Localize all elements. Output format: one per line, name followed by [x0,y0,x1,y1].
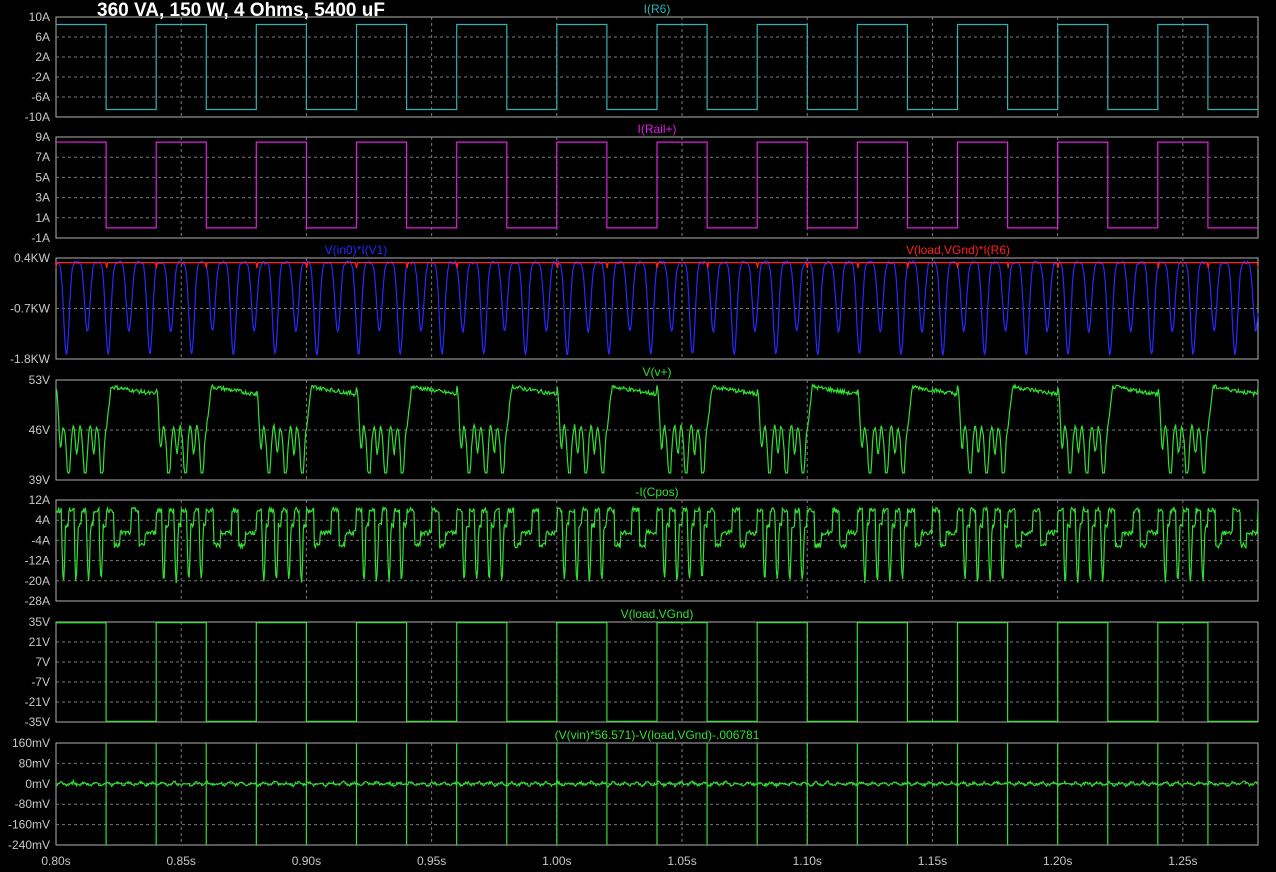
waveform-plot: 10A 6A 2A -2A -6A -10A I(R6) 9A 7A 5A 3A 1A -1A I(Rai… [8,2,1259,868]
series-name: I(Rail+) [637,122,676,136]
y-tick-label: 12A [29,493,50,507]
x-tick-label: 1.10s [793,854,822,868]
y-tick-label: -0.7KW [10,302,51,316]
y-tick-label: -28A [25,594,50,608]
x-tick-label: 0.95s [417,854,446,868]
x-tick-label: 0.80s [41,854,70,868]
y-tick-label: 35V [29,615,50,629]
x-tick-label: 1.05s [667,854,696,868]
y-tick-label: -12A [25,554,50,568]
panel-6: 35V 21V 7V -7V -21V -35V V(load,VGnd) [25,607,1259,729]
x-tick-label: 1.25s [1168,854,1197,868]
y-tick-label: -160mV [8,818,50,832]
panel-3: 0.4KW -0.7KW -1.8KW V(in0)*I(V1) V(load,VGnd… [10,243,1259,366]
series-trace [55,382,1259,474]
y-tick-label: 5A [35,170,50,184]
y-tick-label: 10A [29,10,50,24]
y-tick-label: 39V [29,473,50,487]
x-tick-label: 1.20s [1043,854,1072,868]
y-tick-label: -4A [31,533,50,547]
panel-7: 160mV 80mV 0mV -80mV -160mV -240mV (V(vin)*56.… [8,728,1259,852]
y-tick-label: 4A [35,513,50,527]
y-tick-label: 2A [35,50,50,64]
y-tick-label: -240mV [8,838,50,852]
y-tick-label: 0.4KW [14,251,51,265]
y-tick-label: -2A [31,70,50,84]
series-name: I(R6) [644,2,671,16]
plot-window-title: 360 VA, 150 W, 4 Ohms, 5400 uF [97,0,385,21]
y-tick-label: -20A [25,574,50,588]
y-tick-label: -1A [31,231,50,245]
y-tick-label: 0mV [25,777,50,791]
y-tick-label: 80mV [19,756,50,770]
y-tick-label: -21V [25,695,50,709]
series-name: V(v+) [642,365,671,379]
y-tick-label: 46V [29,423,50,437]
series-trace [55,141,1258,229]
series-trace [55,622,1258,722]
y-tick-label: 7V [35,655,50,669]
series-trace [55,505,1259,584]
y-tick-label: -80mV [15,797,50,811]
y-tick-label: 9A [35,130,50,144]
y-tick-label: 160mV [12,736,50,750]
series-name: -I(Cpos) [635,485,678,499]
y-tick-label: 7A [35,150,50,164]
y-tick-label: -10A [25,110,50,124]
y-tick-label: -1.8KW [10,352,51,366]
y-tick-label: -6A [31,90,50,104]
y-tick-label: -35V [25,715,50,729]
y-tick-label: 53V [29,373,50,387]
x-tick-label: 0.90s [292,854,321,868]
y-tick-label: 21V [29,635,50,649]
x-tick-label: 1.15s [918,854,947,868]
series-name: V(load,VGnd) [621,607,694,621]
series-name: (V(vin)*56.571)-V(load,VGnd)-.006781 [555,728,760,742]
y-tick-label: -7V [31,675,50,689]
series-name: V(load,VGnd)*I(R6) [906,243,1010,257]
x-tick-label: 0.85s [167,854,196,868]
y-tick-label: 1A [35,211,50,225]
y-tick-label: 6A [35,30,50,44]
panel-5: 12A 4A -4A -12A -20A -28A -I(Cpos) [25,485,1259,608]
panel-4: 53V 46V 39V V(v+) [29,365,1259,487]
x-tick-label: 1.00s [542,854,571,868]
series-name: V(in0)*I(V1) [325,243,388,257]
y-tick-label: 3A [35,191,50,205]
panel-2: 9A 7A 5A 3A 1A -1A I(Rail+) [31,122,1259,245]
